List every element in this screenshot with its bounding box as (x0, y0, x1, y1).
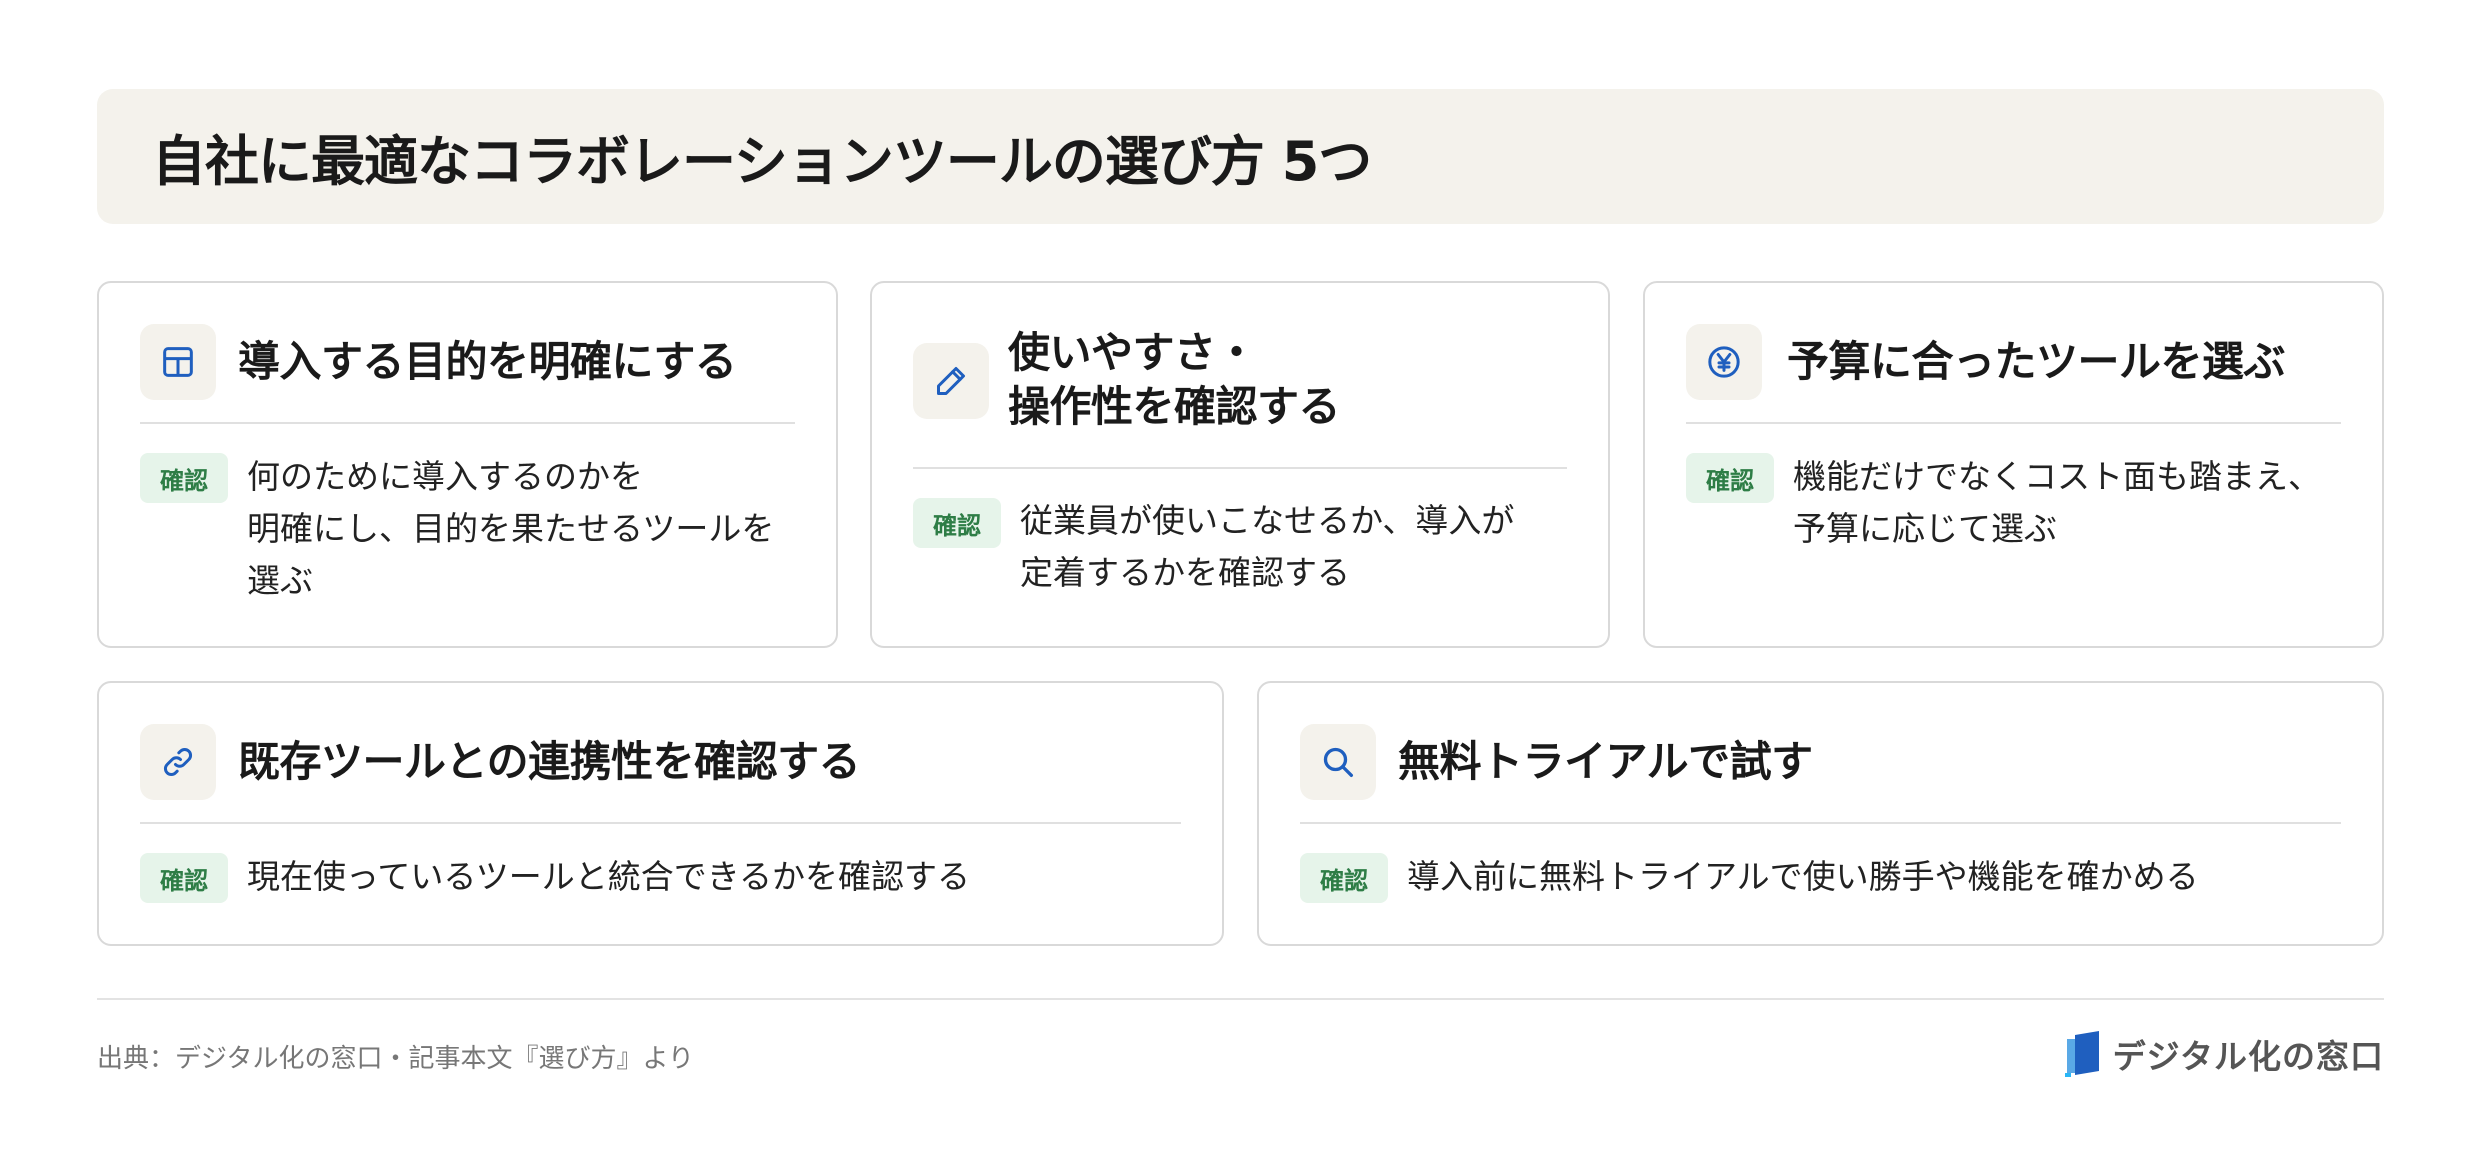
confirm-badge: 確認 (1686, 453, 1774, 503)
header-banner: 自社に最適なコラボレーションツールの選び方 5つ (97, 89, 2384, 224)
confirm-badge: 確認 (1300, 853, 1388, 903)
card-purpose: 導入する目的を明確にする 確認 何のために導入するのかを 明確にし、目的を果たせ… (97, 281, 838, 648)
card-description: 何のために導入するのかを 明確にし、目的を果たせるツールを 選ぶ (247, 457, 775, 600)
card-divider (1686, 422, 2341, 424)
card-divider (140, 822, 1181, 824)
card-budget: 予算に合ったツールを選ぶ 確認 機能だけでなくコスト面も踏まえ、 予算に応じて選… (1643, 281, 2384, 648)
card-title: 既存ツールとの連携性を確認する (238, 737, 861, 786)
confirm-badge: 確認 (913, 498, 1001, 548)
card-description: 機能だけでなくコスト面も踏まえ、 予算に応じて選ぶ (1793, 457, 2321, 548)
confirm-badge: 確認 (140, 853, 228, 903)
brand-logo: デジタル化の窓口 (2064, 1030, 2384, 1078)
yen-icon (1686, 324, 1762, 400)
card-divider (140, 422, 795, 424)
card-title: 導入する目的を明確にする (238, 337, 737, 386)
search-icon (1300, 724, 1376, 800)
source-note: 出典：デジタル化の窓口・記事本文『選び方』より (97, 1044, 694, 1074)
page-title: 自社に最適なコラボレーションツールの選び方 5つ (152, 130, 1372, 193)
card-description: 導入前に無料トライアルで使い勝手や機能を確かめる (1407, 857, 2199, 896)
card-description: 従業員が使いこなせるか、導入が 定着するかを確認する (1020, 501, 1515, 592)
card-free-trial: 無料トライアルで試す 確認 導入前に無料トライアルで使い勝手や機能を確かめる (1257, 681, 2384, 946)
card-title: 使いやすさ・ 操作性を確認する (1008, 328, 1341, 431)
card-divider (1300, 822, 2341, 824)
pencil-icon (913, 343, 989, 419)
card-title: 無料トライアルで試す (1398, 737, 1813, 786)
card-title: 予算に合ったツールを選ぶ (1787, 337, 2286, 386)
card-description: 現在使っているツールと統合できるかを確認する (247, 857, 971, 896)
logo-mark-icon (2064, 1031, 2099, 1077)
card-integration: 既存ツールとの連携性を確認する 確認 現在使っているツールと統合できるかを確認す… (97, 681, 1224, 946)
card-usability: 使いやすさ・ 操作性を確認する 確認 従業員が使いこなせるか、導入が 定着するか… (870, 281, 1610, 648)
confirm-badge: 確認 (140, 453, 228, 503)
logo-text: デジタル化の窓口 (2112, 1037, 2384, 1076)
footer-divider (97, 998, 2384, 1000)
table-icon (140, 324, 216, 400)
card-divider (913, 467, 1567, 469)
link-icon (140, 724, 216, 800)
